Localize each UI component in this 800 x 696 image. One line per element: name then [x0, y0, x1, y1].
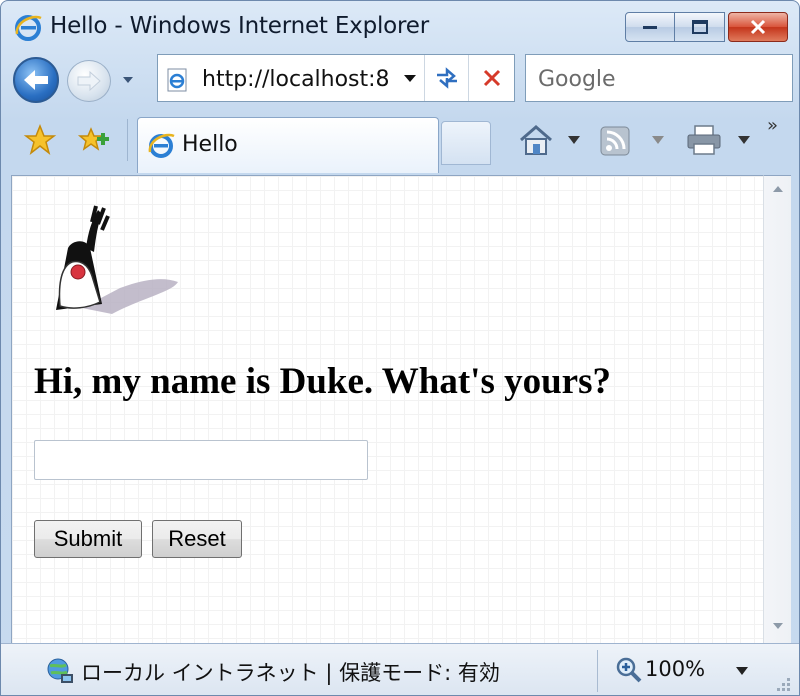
browser-window: Hello - Windows Internet Explorer http:/…	[0, 0, 800, 696]
zoom-dropdown-icon[interactable]	[735, 666, 749, 676]
zoom-level[interactable]: 100%	[645, 657, 705, 681]
search-box[interactable]: Google	[525, 54, 793, 102]
minimize-icon	[643, 26, 657, 29]
navigation-bar: http://localhost:8 Google	[1, 49, 799, 109]
stop-icon	[483, 69, 500, 87]
duke-mascot-icon	[56, 205, 178, 314]
new-tab-button[interactable]	[441, 121, 491, 165]
scroll-down-icon[interactable]	[771, 621, 785, 631]
print-dropdown-icon[interactable]	[737, 135, 751, 145]
ie-logo-icon	[15, 15, 42, 41]
tab-bar: Hello »	[1, 109, 799, 173]
tab-separator	[127, 119, 128, 161]
stop-button[interactable]	[468, 55, 514, 101]
forward-arrow-icon	[77, 70, 101, 92]
resize-grip-icon[interactable]	[773, 674, 791, 692]
scroll-up-icon[interactable]	[771, 184, 785, 194]
home-icon[interactable]	[517, 123, 555, 157]
address-text[interactable]: http://localhost:8	[202, 67, 402, 92]
close-button[interactable]	[728, 12, 788, 42]
history-dropdown-icon[interactable]	[121, 73, 135, 87]
status-separator	[597, 650, 598, 692]
printer-icon[interactable]	[685, 123, 723, 157]
magnifier-icon[interactable]	[615, 656, 643, 684]
refresh-button[interactable]	[424, 55, 468, 101]
page-icon	[167, 68, 187, 92]
vertical-scrollbar[interactable]	[763, 175, 791, 643]
chevron-down-icon	[404, 75, 416, 82]
tab-hello[interactable]: Hello	[137, 117, 439, 173]
add-favorite-icon[interactable]	[77, 123, 111, 157]
search-placeholder[interactable]: Google	[538, 67, 616, 92]
maximize-icon	[691, 20, 708, 34]
more-commands-icon[interactable]: »	[767, 115, 778, 136]
title-bar: Hello - Windows Internet Explorer	[1, 1, 799, 49]
refresh-icon	[436, 67, 457, 89]
tab-label: Hello	[182, 132, 238, 157]
address-dropdown[interactable]	[398, 55, 422, 101]
close-icon	[750, 19, 766, 35]
security-zone-text[interactable]: ローカル イントラネット | 保護モード: 有効	[81, 657, 500, 687]
maximize-button[interactable]	[675, 12, 725, 42]
ie-logo-icon	[148, 133, 175, 158]
back-button[interactable]	[13, 57, 59, 103]
address-bar[interactable]: http://localhost:8	[157, 54, 515, 102]
window-title: Hello - Windows Internet Explorer	[50, 13, 429, 39]
minimize-button[interactable]	[625, 12, 675, 42]
forward-button[interactable]	[67, 60, 111, 102]
favorites-star-icon[interactable]	[23, 123, 57, 157]
intranet-globe-icon[interactable]	[45, 656, 75, 686]
reset-button[interactable]: Reset	[152, 520, 242, 558]
page-content: Hi, my name is Duke. What's yours? Submi…	[11, 175, 763, 643]
feeds-dropdown-icon[interactable]	[651, 135, 665, 145]
name-input[interactable]	[34, 440, 368, 480]
page-heading: Hi, my name is Duke. What's yours?	[34, 361, 611, 402]
back-arrow-icon	[24, 70, 48, 90]
rss-feed-icon[interactable]	[599, 125, 631, 157]
submit-button[interactable]: Submit	[34, 520, 142, 558]
status-bar: ローカル イントラネット | 保護モード: 有効 100%	[1, 643, 799, 695]
home-dropdown-icon[interactable]	[567, 135, 581, 145]
